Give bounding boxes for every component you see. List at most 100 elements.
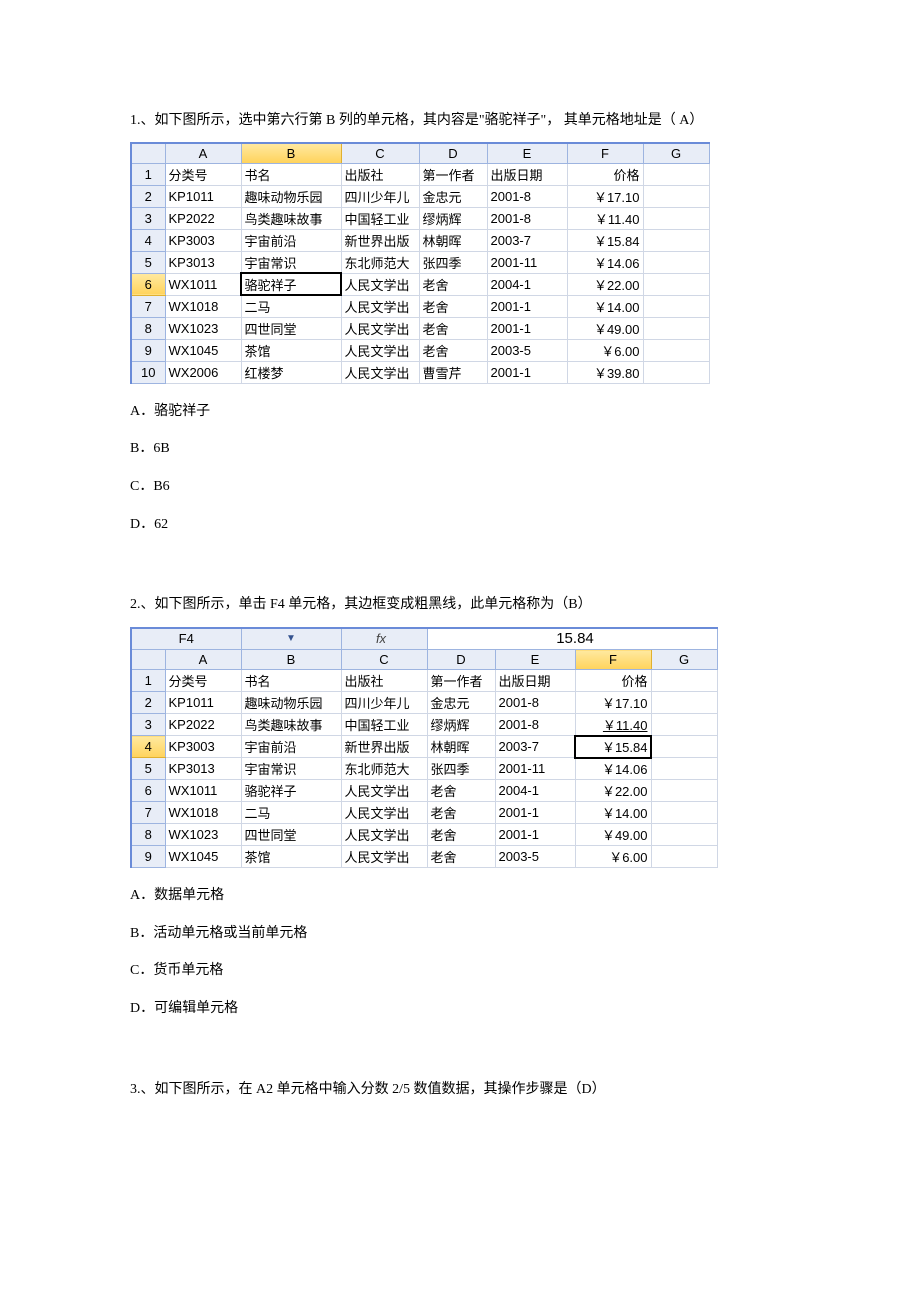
cell[interactable]: 二马	[241, 295, 341, 317]
cell[interactable]: WX1045	[165, 846, 241, 868]
cell[interactable]	[643, 229, 709, 251]
cell[interactable]: 2003-5	[495, 846, 575, 868]
cell[interactable]: ￥49.00	[567, 317, 643, 339]
cell[interactable]	[643, 361, 709, 383]
col-header-b[interactable]: B	[241, 650, 341, 670]
cell[interactable]: KP3003	[165, 229, 241, 251]
cell[interactable]: 曹雪芹	[419, 361, 487, 383]
cell[interactable]	[651, 736, 717, 758]
cell[interactable]: 老舍	[419, 295, 487, 317]
row-header[interactable]: 1	[131, 163, 165, 185]
cell[interactable]: 东北师范大	[341, 758, 427, 780]
cell[interactable]: ￥14.00	[575, 802, 651, 824]
cell[interactable]: 价格	[575, 670, 651, 692]
cell[interactable]	[651, 780, 717, 802]
cell[interactable]: 2001-1	[487, 361, 567, 383]
row-header[interactable]: 4	[131, 736, 165, 758]
cell[interactable]	[643, 339, 709, 361]
cell[interactable]: 2003-7	[487, 229, 567, 251]
cell[interactable]: 价格	[567, 163, 643, 185]
cell[interactable]	[651, 824, 717, 846]
cell[interactable]: 2001-1	[495, 802, 575, 824]
cell[interactable]	[643, 207, 709, 229]
cell[interactable]: ￥22.00	[567, 273, 643, 295]
row-header[interactable]: 2	[131, 185, 165, 207]
cell[interactable]: 宇宙前沿	[241, 736, 341, 758]
row-header[interactable]: 8	[131, 824, 165, 846]
cell[interactable]: 书名	[241, 163, 341, 185]
cell[interactable]: 2001-8	[487, 207, 567, 229]
cell[interactable]: ￥6.00	[567, 339, 643, 361]
row-header[interactable]: 3	[131, 714, 165, 736]
cell[interactable]: ￥39.80	[567, 361, 643, 383]
cell[interactable]: 2003-7	[495, 736, 575, 758]
cell[interactable]: KP1011	[165, 185, 241, 207]
cell[interactable]: 趣味动物乐园	[241, 692, 341, 714]
cell[interactable]: 老舍	[427, 780, 495, 802]
cell[interactable]: 第一作者	[427, 670, 495, 692]
col-header-f[interactable]: F	[567, 143, 643, 163]
cell[interactable]	[643, 273, 709, 295]
cell[interactable]: 鸟类趣味故事	[241, 714, 341, 736]
cell[interactable]: WX1011	[165, 780, 241, 802]
cell[interactable]: 2001-8	[495, 714, 575, 736]
cell[interactable]: 第一作者	[419, 163, 487, 185]
cell[interactable]: 金忠元	[427, 692, 495, 714]
cell[interactable]: WX2006	[165, 361, 241, 383]
cell[interactable]: ￥14.00	[567, 295, 643, 317]
col-header-b[interactable]: B	[241, 143, 341, 163]
name-box[interactable]: F4	[131, 628, 241, 650]
cell[interactable]	[643, 163, 709, 185]
cell[interactable]: 人民文学出	[341, 273, 419, 295]
cell[interactable]: WX1023	[165, 824, 241, 846]
row-header[interactable]: 5	[131, 251, 165, 273]
col-header-e[interactable]: E	[495, 650, 575, 670]
cell[interactable]: 新世界出版	[341, 229, 419, 251]
cell[interactable]: 2004-1	[495, 780, 575, 802]
cell[interactable]: 分类号	[165, 163, 241, 185]
cell[interactable]	[651, 758, 717, 780]
cell[interactable]: 张四季	[427, 758, 495, 780]
cell-active[interactable]: 骆驼祥子	[241, 273, 341, 295]
cell[interactable]: 老舍	[427, 846, 495, 868]
col-header-e[interactable]: E	[487, 143, 567, 163]
row-header[interactable]: 8	[131, 317, 165, 339]
cell[interactable]: 2003-5	[487, 339, 567, 361]
cell[interactable]: ￥11.40	[567, 207, 643, 229]
cell[interactable]: 出版社	[341, 163, 419, 185]
cell[interactable]: KP3013	[165, 758, 241, 780]
cell[interactable]	[651, 670, 717, 692]
row-header[interactable]: 6	[131, 780, 165, 802]
cell[interactable]: 林朝晖	[427, 736, 495, 758]
cell[interactable]: 2001-8	[495, 692, 575, 714]
cell[interactable]: 中国轻工业	[341, 714, 427, 736]
cell[interactable]: KP3013	[165, 251, 241, 273]
cell[interactable]: 人民文学出	[341, 317, 419, 339]
cell[interactable]: 老舍	[419, 339, 487, 361]
name-box-dropdown-icon[interactable]: ▼	[241, 628, 341, 650]
cell[interactable]: 2004-1	[487, 273, 567, 295]
cell[interactable]: ￥14.06	[567, 251, 643, 273]
cell[interactable]: 东北师范大	[341, 251, 419, 273]
cell[interactable]	[651, 692, 717, 714]
cell[interactable]	[643, 317, 709, 339]
cell[interactable]: 老舍	[419, 273, 487, 295]
col-header-c[interactable]: C	[341, 650, 427, 670]
cell[interactable]: 人民文学出	[341, 824, 427, 846]
cell[interactable]: 骆驼祥子	[241, 780, 341, 802]
formula-input[interactable]: 15.84	[427, 628, 717, 650]
cell[interactable]: 2001-1	[487, 317, 567, 339]
cell[interactable]: 中国轻工业	[341, 207, 419, 229]
cell[interactable]: 金忠元	[419, 185, 487, 207]
row-header[interactable]: 7	[131, 802, 165, 824]
cell[interactable]: 四川少年儿	[341, 185, 419, 207]
cell[interactable]: 出版日期	[495, 670, 575, 692]
cell[interactable]: 老舍	[427, 824, 495, 846]
cell[interactable]: 人民文学出	[341, 780, 427, 802]
cell[interactable]: ￥22.00	[575, 780, 651, 802]
cell[interactable]: 四世同堂	[241, 824, 341, 846]
cell[interactable]	[651, 714, 717, 736]
cell[interactable]: 茶馆	[241, 339, 341, 361]
cell[interactable]: KP3003	[165, 736, 241, 758]
cell[interactable]: 四世同堂	[241, 317, 341, 339]
